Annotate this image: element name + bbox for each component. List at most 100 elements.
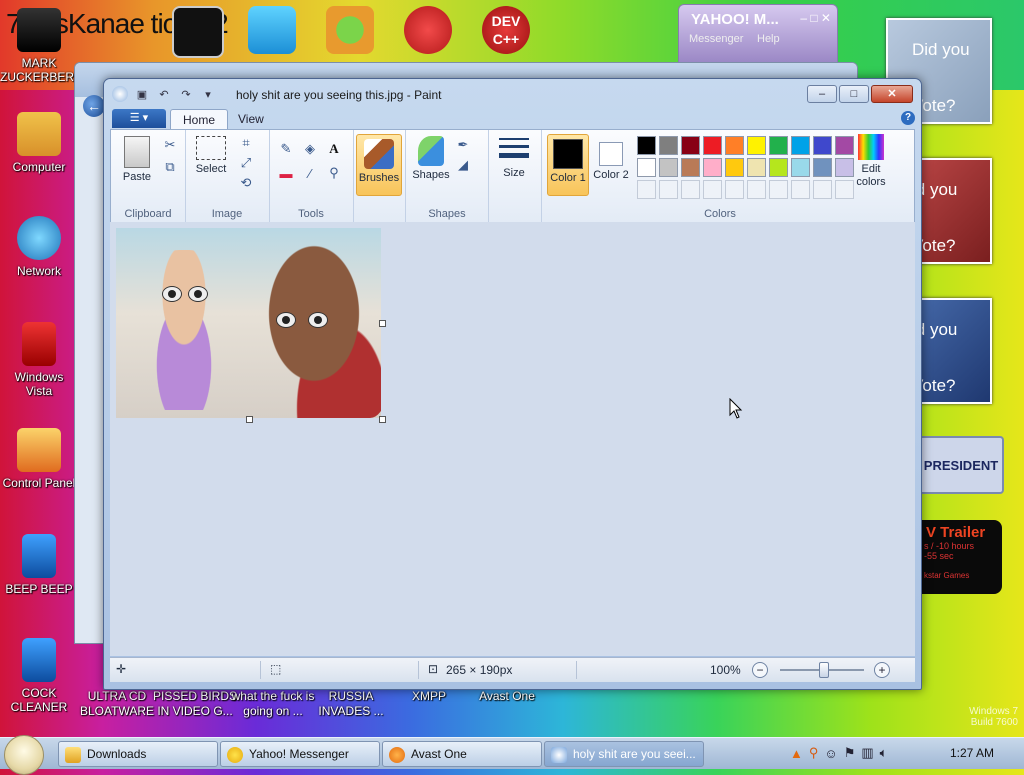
rotate-icon[interactable]: ⟲ <box>237 174 255 192</box>
empty-color-swatch[interactable] <box>747 180 766 199</box>
fill-shape-icon[interactable]: ◢ <box>454 156 472 174</box>
yahoo-messenger-window[interactable]: YAHOO! M... – □ ✕ Messenger Help <box>678 4 838 64</box>
president-button[interactable]: PRESIDENT <box>918 436 1004 494</box>
yahoo-menu-messenger[interactable]: Messenger <box>689 33 743 45</box>
minimize-button[interactable]: – <box>807 85 837 103</box>
network-tray-icon[interactable]: ▥ <box>861 745 873 761</box>
paint-menu-button[interactable]: ☰ ▾ <box>112 109 166 128</box>
pencil-icon[interactable]: ✎ <box>277 140 295 158</box>
pig-icon[interactable] <box>326 6 374 54</box>
yahoo-window-controls[interactable]: – □ ✕ <box>800 11 831 25</box>
paste-button[interactable]: Paste <box>117 136 157 184</box>
color-swatch[interactable] <box>681 136 700 155</box>
color-swatch[interactable] <box>747 136 766 155</box>
desktop-icon-pissed-birds[interactable]: PISSED BIRDS IN VIDEO G... <box>152 689 238 719</box>
resize-handle-bottom[interactable] <box>246 416 253 423</box>
color-swatch[interactable] <box>703 158 722 177</box>
desktop-icon-cock-cleaner[interactable]: COCK CLEANER <box>0 638 78 714</box>
color-swatch[interactable] <box>747 158 766 177</box>
edit-colors-button[interactable]: Edit colors <box>849 134 893 189</box>
desktop-icon-network[interactable]: Network <box>0 216 78 278</box>
text-icon[interactable]: A <box>325 140 343 158</box>
desktop-icon-what[interactable]: what the fuck is going on ... <box>230 689 316 719</box>
empty-color-swatch[interactable] <box>813 180 832 199</box>
resize-handle-right[interactable] <box>379 320 386 327</box>
color2-button[interactable]: Color 2 <box>591 134 631 182</box>
empty-color-swatch[interactable] <box>637 180 656 199</box>
color-swatch[interactable] <box>659 158 678 177</box>
resize-icon[interactable]: ⤢ <box>237 154 255 172</box>
cut-icon[interactable]: ✂ <box>161 136 179 154</box>
desktop-icon-xmpp[interactable]: XMPP <box>386 689 472 704</box>
magnifier-icon[interactable]: ⚲ <box>325 164 343 182</box>
desktop-icon-windows-vista[interactable]: Windows Vista <box>0 322 78 398</box>
close-button[interactable]: ✕ <box>871 85 913 103</box>
save-icon[interactable]: ▣ <box>134 86 150 102</box>
tab-home[interactable]: Home <box>170 109 229 130</box>
zoom-slider-thumb[interactable] <box>819 662 829 678</box>
color-swatch[interactable] <box>637 158 656 177</box>
empty-color-swatch[interactable] <box>681 180 700 199</box>
start-button[interactable] <box>4 735 44 775</box>
copy-icon[interactable]: ⧉ <box>161 158 179 176</box>
taskbar-button-avast[interactable]: Avast One <box>382 741 542 767</box>
paint-window[interactable]: ▣ ↶ ↷ ▾ holy shit are you seeing this.jp… <box>103 78 922 690</box>
clock[interactable]: 1:27 AM <box>950 746 994 760</box>
color-swatch[interactable] <box>725 158 744 177</box>
color-swatch[interactable] <box>769 136 788 155</box>
outline-icon[interactable]: ✒ <box>454 136 472 154</box>
yahoo-menu-help[interactable]: Help <box>757 33 780 45</box>
fill-icon[interactable]: ◈ <box>301 140 319 158</box>
empty-color-swatch[interactable] <box>725 180 744 199</box>
help-icon[interactable]: ? <box>901 111 915 125</box>
color-picker-icon[interactable]: ⁄ <box>301 164 319 182</box>
color-swatch[interactable] <box>637 136 656 155</box>
p-icon[interactable] <box>404 6 452 54</box>
empty-color-swatch[interactable] <box>791 180 810 199</box>
crop-icon[interactable]: ⌗ <box>237 134 255 152</box>
search-tray-icon[interactable]: ⚲ <box>809 745 819 761</box>
avast-tray-icon[interactable]: ▲ <box>790 746 803 761</box>
brushes-button[interactable]: Brushes <box>356 134 402 196</box>
desktop-icon-russia[interactable]: RUSSIA INVADES ... <box>308 689 394 719</box>
color-swatch[interactable] <box>791 136 810 155</box>
desktop-icon-computer[interactable]: Computer <box>0 112 78 174</box>
resize-handle-corner[interactable] <box>379 416 386 423</box>
color-swatch[interactable] <box>813 158 832 177</box>
empty-color-swatch[interactable] <box>769 180 788 199</box>
color-swatch[interactable] <box>703 136 722 155</box>
zoom-in-button[interactable]: + <box>874 662 890 678</box>
redo-icon[interactable]: ↷ <box>178 86 194 102</box>
shapes-button[interactable]: Shapes <box>410 136 452 182</box>
canvas-area[interactable] <box>110 222 915 656</box>
flag-icon[interactable]: ⚑ <box>844 745 856 761</box>
desktop-icon-mark-zuckerberg[interactable]: MARK ZUCKERBERG <box>0 8 83 84</box>
select-button[interactable]: Select <box>191 136 231 176</box>
taskbar-button-paint[interactable]: holy shit are you seei... <box>544 741 704 767</box>
color-swatch[interactable] <box>791 158 810 177</box>
taskbar-button-downloads[interactable]: Downloads <box>58 741 218 767</box>
tab-view[interactable]: View <box>226 109 276 129</box>
color-swatch[interactable] <box>659 136 678 155</box>
zoom-out-button[interactable]: − <box>752 662 768 678</box>
paint-titlebar[interactable]: ▣ ↶ ↷ ▾ holy shit are you seeing this.jp… <box>104 79 921 109</box>
stack-icon[interactable] <box>248 6 296 54</box>
customize-qat-icon[interactable]: ▾ <box>200 86 216 102</box>
color-swatch[interactable] <box>769 158 788 177</box>
back-arrow-icon[interactable]: ← <box>83 95 105 117</box>
maximize-button[interactable]: □ <box>839 85 869 103</box>
undo-icon[interactable]: ↶ <box>156 86 172 102</box>
desktop-icon-ultra-cd[interactable]: ULTRA CD BLOATWARE <box>74 689 160 719</box>
desktop-icon-avast[interactable]: Avast One <box>464 689 550 704</box>
size-button[interactable]: Size <box>493 138 535 180</box>
taskbar-button-yahoo[interactable]: Yahoo! Messenger <box>220 741 380 767</box>
smiley-tray-icon[interactable]: ☺ <box>824 746 837 761</box>
color1-button[interactable]: Color 1 <box>547 134 589 196</box>
eraser-icon[interactable]: ▬ <box>277 164 295 182</box>
volume-icon[interactable]: 🔈︎ <box>880 745 888 761</box>
canvas-image[interactable] <box>116 228 381 418</box>
color-swatch[interactable] <box>813 136 832 155</box>
desktop-icon-control-panel[interactable]: Control Panel <box>0 428 78 490</box>
empty-color-swatch[interactable] <box>703 180 722 199</box>
devcpp-icon[interactable]: DEV C++ <box>482 6 530 54</box>
